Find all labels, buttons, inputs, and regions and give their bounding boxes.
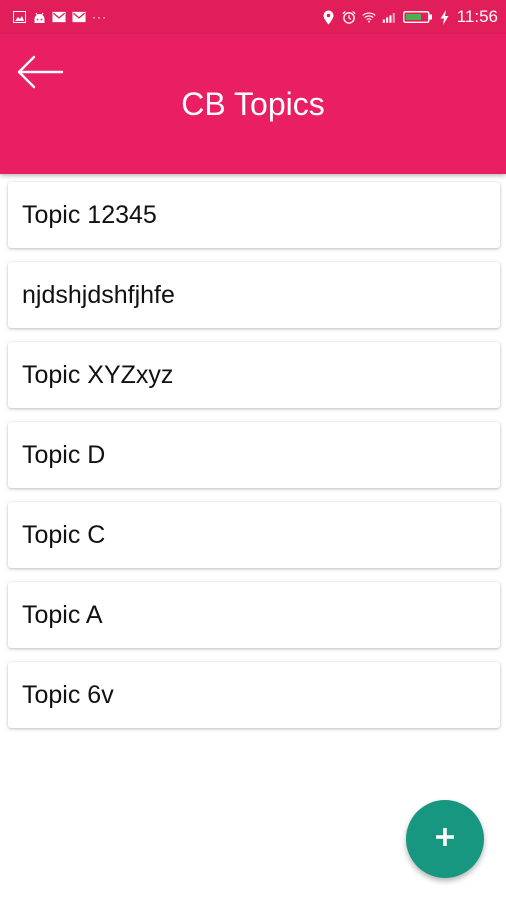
signal-icon bbox=[382, 10, 396, 24]
battery-icon bbox=[402, 10, 434, 24]
topic-card[interactable]: Topic D bbox=[8, 422, 500, 488]
status-bar-left: ··· bbox=[12, 10, 107, 24]
topic-card[interactable]: Topic XYZxyz bbox=[8, 342, 500, 408]
topic-label: Topic XYZxyz bbox=[22, 360, 174, 389]
topic-card[interactable]: Topic A bbox=[8, 582, 500, 648]
plus-icon bbox=[434, 826, 456, 853]
status-bar-right: 11:56 bbox=[322, 7, 498, 27]
topic-label: Topic 12345 bbox=[22, 200, 157, 229]
add-topic-button[interactable] bbox=[406, 800, 484, 878]
app-bar: CB Topics bbox=[0, 34, 506, 174]
gmail-icon bbox=[52, 10, 66, 24]
wifi-icon bbox=[362, 10, 376, 24]
alarm-icon bbox=[342, 10, 356, 24]
page-title: CB Topics bbox=[181, 86, 325, 122]
image-icon bbox=[12, 10, 26, 24]
gmail-icon bbox=[72, 10, 86, 24]
topic-label: Topic A bbox=[22, 600, 103, 629]
location-icon bbox=[322, 10, 336, 24]
more-notifications-dots: ··· bbox=[92, 10, 107, 24]
topic-label: Topic 6v bbox=[22, 680, 114, 709]
clock-time: 11:56 bbox=[456, 7, 498, 26]
charging-icon bbox=[440, 9, 449, 25]
topic-card[interactable]: Topic 6v bbox=[8, 662, 500, 728]
status-bar: ··· 11:56 bbox=[0, 0, 506, 34]
topic-list: Topic 12345 njdshjdshfjhfe Topic XYZxyz … bbox=[8, 182, 500, 742]
topic-card[interactable]: Topic C bbox=[8, 502, 500, 568]
topic-label: Topic C bbox=[22, 520, 106, 549]
topic-card[interactable]: njdshjdshfjhfe bbox=[8, 262, 500, 328]
android-icon bbox=[32, 10, 46, 24]
topic-card[interactable]: Topic 12345 bbox=[8, 182, 500, 248]
topic-label: njdshjdshfjhfe bbox=[22, 280, 175, 309]
topic-label: Topic D bbox=[22, 440, 106, 469]
